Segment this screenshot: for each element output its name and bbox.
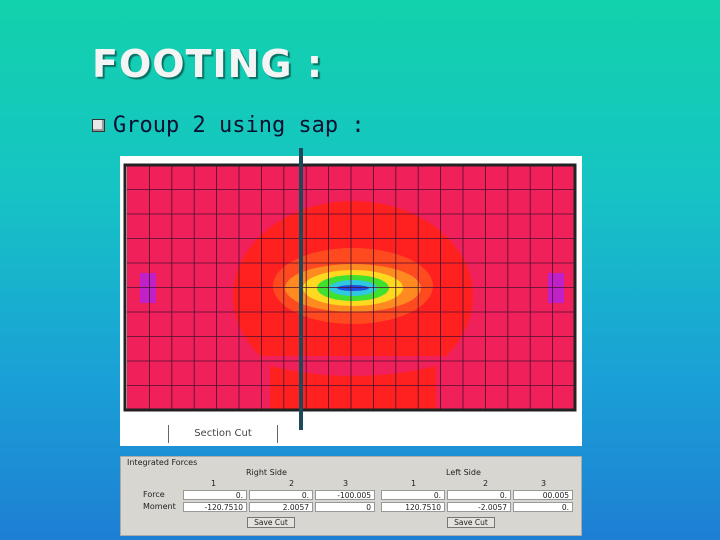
left-save-cut-button[interactable]: Save Cut [447, 517, 495, 528]
integrated-forces-panel: Integrated Forces Right Side Left Side 1… [120, 456, 582, 536]
left-force-2: 0. [447, 490, 511, 500]
contour-plot-panel [120, 156, 582, 446]
right-save-cut-button[interactable]: Save Cut [247, 517, 295, 528]
right-moment-1: -120.7510 [183, 502, 247, 512]
left-moment-2: -2.0057 [447, 502, 511, 512]
left-moment-3: 0. [513, 502, 573, 512]
right-side-label: Right Side [246, 468, 287, 477]
left-side-label: Left Side [446, 468, 481, 477]
checkbox-bullet-icon [92, 119, 105, 132]
right-force-1: 0. [183, 490, 247, 500]
bullet-item: Group 2 using sap : [92, 113, 365, 138]
right-header-3: 3 [343, 479, 349, 488]
force-row-label: Force [143, 490, 165, 499]
right-header-1: 1 [211, 479, 217, 488]
left-header-1: 1 [411, 479, 417, 488]
section-cut-label: Section Cut [168, 425, 278, 443]
left-moment-1: 120.7510 [381, 502, 445, 512]
left-support-patch [140, 273, 156, 303]
right-moment-2: 2.0057 [249, 502, 313, 512]
right-force-2: 0. [249, 490, 313, 500]
bullet-text: Group 2 using sap : [113, 113, 365, 138]
left-force-3: 00.005 [513, 490, 573, 500]
right-header-2: 2 [289, 479, 295, 488]
mesh-grid [127, 165, 575, 410]
right-force-3: -100.005 [315, 490, 375, 500]
left-header-2: 2 [483, 479, 489, 488]
section-cut-line[interactable] [299, 148, 303, 430]
left-header-3: 3 [541, 479, 547, 488]
right-support-patch [548, 273, 564, 303]
left-force-1: 0. [381, 490, 445, 500]
right-moment-3: 0 [315, 502, 375, 512]
integrated-forces-title: Integrated Forces [127, 458, 198, 467]
slide-title: FOOTING : [92, 42, 324, 86]
blue-zone [337, 285, 369, 291]
moment-row-label: Moment [143, 502, 176, 511]
stress-contour-plot [123, 163, 577, 412]
